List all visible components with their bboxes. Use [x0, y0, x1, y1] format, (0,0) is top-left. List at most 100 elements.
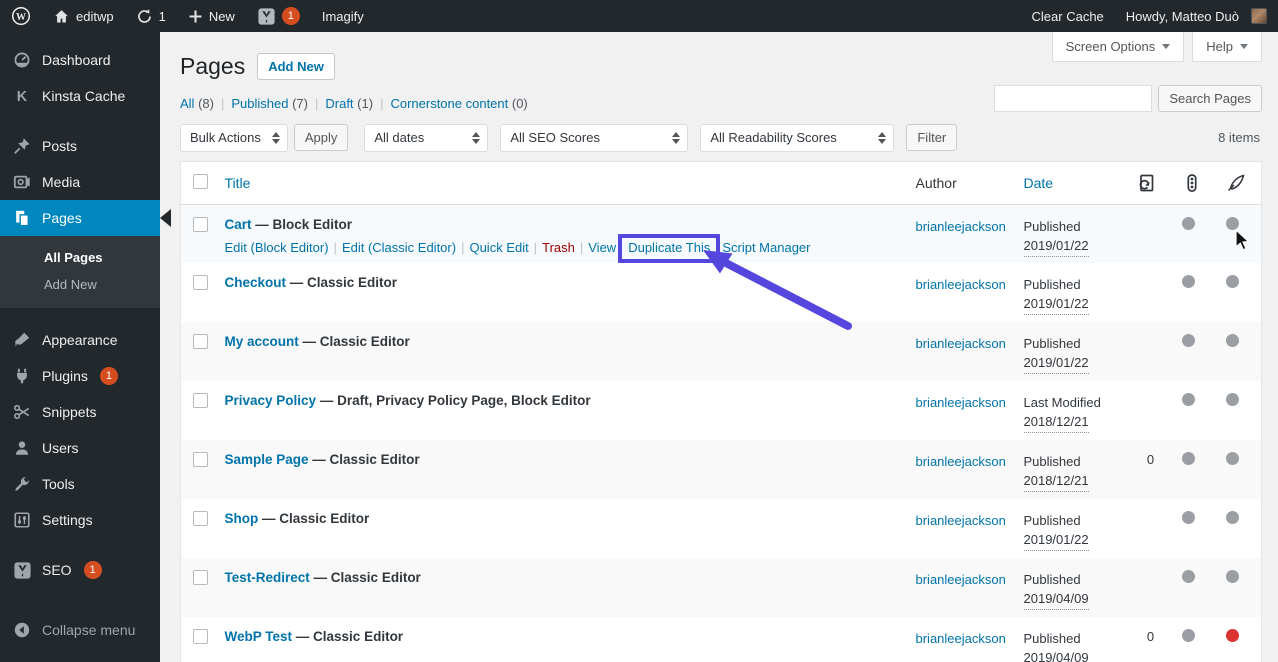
wordpress-logo-icon[interactable]: W: [0, 0, 42, 32]
sidebar-item-tools[interactable]: Tools: [0, 466, 160, 502]
author-link[interactable]: brianleejackson: [916, 393, 1008, 413]
sidebar-item-media[interactable]: Media: [0, 164, 160, 200]
sidebar-item-posts[interactable]: Posts: [0, 128, 160, 164]
sliders-icon: [12, 510, 32, 530]
view-draft-link[interactable]: Draft: [325, 96, 353, 111]
site-name: editwp: [76, 8, 114, 24]
page-title-link[interactable]: Checkout: [225, 275, 287, 290]
page-title-link[interactable]: WebP Test: [225, 629, 293, 644]
author-link[interactable]: brianleejackson: [916, 511, 1008, 531]
search-input[interactable]: [994, 85, 1153, 112]
author-link[interactable]: brianleejackson: [916, 452, 1008, 472]
script-manager-link[interactable]: Script Manager: [722, 240, 810, 255]
script-count: 0: [1146, 629, 1155, 645]
yoast-notification-badge: 1: [281, 7, 300, 25]
svg-text:W: W: [16, 12, 26, 23]
plus-icon: [188, 9, 203, 24]
collapse-icon: [12, 620, 32, 640]
sidebar-item-plugins[interactable]: Plugins 1: [0, 358, 160, 394]
items-count: 8 items: [1218, 130, 1260, 146]
apply-button[interactable]: Apply: [293, 124, 349, 152]
screen-options-tab[interactable]: Screen Options: [1051, 32, 1185, 62]
sidebar-item-settings[interactable]: Settings: [0, 502, 160, 538]
page-title-link[interactable]: Privacy Policy: [225, 393, 317, 408]
readability-scores-filter-select[interactable]: All Readability Scores: [700, 123, 895, 152]
author-link[interactable]: brianleejackson: [916, 275, 1008, 295]
seo-scores-filter-select[interactable]: All SEO Scores: [500, 123, 689, 152]
select-all-checkbox[interactable]: [193, 173, 208, 189]
duplicate-this-link[interactable]: Duplicate This: [628, 240, 710, 255]
account-menu-item[interactable]: Howdy, Matteo Duò: [1115, 0, 1278, 32]
page-title-link[interactable]: Test-Redirect: [225, 570, 310, 585]
script-count: [1128, 499, 1174, 558]
sort-by-date[interactable]: Date: [1024, 175, 1054, 191]
chevron-down-icon: [1240, 44, 1248, 49]
chevron-down-icon: [1162, 44, 1171, 49]
seo-score-dot: [1181, 216, 1195, 230]
sidebar-item-snippets[interactable]: Snippets: [0, 394, 160, 430]
row-checkbox[interactable]: [193, 629, 208, 645]
edit-classic-editor-link[interactable]: Edit (Classic Editor): [342, 240, 456, 255]
imagify-menu-item[interactable]: Imagify: [311, 0, 375, 32]
new-menu-item[interactable]: New: [177, 0, 246, 32]
trash-link[interactable]: Trash: [542, 240, 575, 255]
camera-icon: [12, 172, 32, 192]
view-cornerstone-link[interactable]: Cornerstone content: [390, 96, 508, 111]
sidebar-item-seo[interactable]: SEO 1: [0, 552, 160, 588]
view-published-link[interactable]: Published: [231, 96, 288, 111]
updates-menu-item[interactable]: 1: [125, 0, 177, 32]
row-checkbox[interactable]: [193, 452, 208, 468]
author-link[interactable]: brianleejackson: [916, 570, 1008, 590]
kinsta-icon: K: [12, 86, 32, 106]
sidebar-item-kinsta-cache[interactable]: K Kinsta Cache: [0, 78, 160, 114]
sidebar-item-appearance[interactable]: Appearance: [0, 322, 160, 358]
author-link[interactable]: brianleejackson: [916, 629, 1008, 649]
edit-block-editor-link[interactable]: Edit (Block Editor): [225, 240, 329, 255]
table-row: Checkout — Classic Editor brianleejackso…: [181, 263, 1262, 322]
duplicate-document-icon: [1136, 173, 1166, 193]
table-row: Sample Page — Classic Editor brianleejac…: [180, 440, 1262, 500]
quick-edit-link[interactable]: Quick Edit: [469, 240, 528, 255]
sidebar-item-users[interactable]: Users: [0, 430, 160, 466]
row-checkbox[interactable]: [193, 570, 208, 586]
sidebar-item-dashboard[interactable]: Dashboard: [0, 42, 160, 78]
sort-by-title[interactable]: Title: [225, 175, 251, 191]
page-title-link[interactable]: Sample Page: [225, 452, 309, 467]
author-link[interactable]: brianleejackson: [916, 217, 1008, 237]
updates-count: 1: [158, 8, 166, 24]
search-pages-button[interactable]: Search Pages: [1158, 85, 1262, 112]
sidebar-item-pages[interactable]: Pages: [0, 200, 171, 236]
dates-filter-select[interactable]: All dates: [364, 123, 489, 152]
add-new-button[interactable]: Add New: [257, 53, 335, 81]
duplicate-this-highlight-box: Duplicate This: [618, 233, 721, 263]
view-all-link[interactable]: All: [180, 96, 194, 111]
yoast-menu-item[interactable]: 1: [246, 0, 311, 32]
row-checkbox[interactable]: [193, 334, 208, 350]
readability-score-dot: [1225, 511, 1239, 525]
help-tab[interactable]: Help: [1192, 32, 1262, 62]
pages-table: Title Author Date Cart — Block Editor Ed…: [180, 160, 1262, 662]
author-link[interactable]: brianleejackson: [916, 334, 1008, 354]
page-title-link[interactable]: Cart: [225, 217, 252, 232]
view-link[interactable]: View: [588, 240, 616, 255]
table-row: Privacy Policy — Draft, Privacy Policy P…: [181, 381, 1262, 440]
sidebar-item-add-new[interactable]: Add New: [0, 271, 160, 298]
main-content: Screen Options Help Pages Add New Search…: [160, 32, 1278, 662]
seo-traffic-light-icon: [1182, 173, 1210, 193]
clear-cache-button[interactable]: Clear Cache: [1021, 0, 1115, 32]
site-menu-item[interactable]: editwp: [42, 0, 125, 32]
page-title-link[interactable]: My account: [225, 334, 299, 349]
yoast-icon: [12, 560, 32, 580]
bulk-actions-select[interactable]: Bulk Actions: [180, 123, 288, 152]
filter-button[interactable]: Filter: [906, 124, 958, 152]
plug-icon: [12, 366, 32, 386]
sidebar-item-all-pages[interactable]: All Pages: [0, 244, 160, 271]
row-checkbox[interactable]: [193, 393, 208, 409]
row-checkbox[interactable]: [193, 216, 208, 232]
row-checkbox[interactable]: [193, 275, 208, 291]
row-checkbox[interactable]: [193, 511, 208, 527]
page-title-link[interactable]: Shop: [225, 511, 259, 526]
readability-score-dot: [1225, 275, 1239, 289]
readability-score-dot: [1225, 216, 1239, 230]
collapse-menu-button[interactable]: Collapse menu: [0, 612, 160, 648]
